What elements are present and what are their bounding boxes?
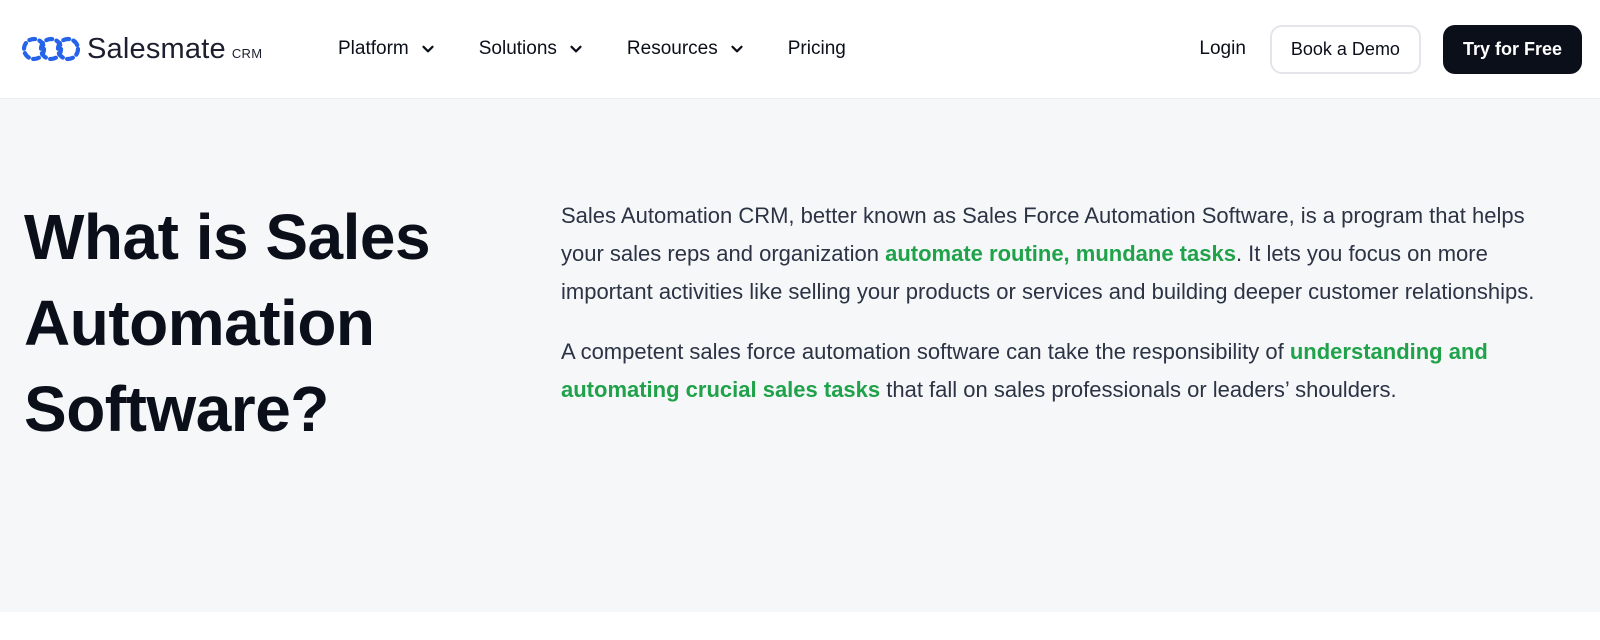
nav-item-resources[interactable]: Resources xyxy=(627,38,744,60)
logo-suffix: CRM xyxy=(231,45,263,61)
paragraph-2-text-after: that fall on sales professionals or lead… xyxy=(880,377,1397,402)
section-heading: What is Sales Automation Software? xyxy=(24,201,431,445)
section-copy: Sales Automation CRM, better known as Sa… xyxy=(561,197,1571,431)
try-for-free-button[interactable]: Try for Free xyxy=(1442,24,1582,74)
paragraph-1: Sales Automation CRM, better known as Sa… xyxy=(561,197,1571,311)
salesmate-logo[interactable]: Salesmate CRM xyxy=(22,29,262,69)
nav-item-label: Pricing xyxy=(787,38,846,59)
salesmate-logo-icon xyxy=(22,36,80,62)
page-bottom-strip xyxy=(0,612,1600,640)
book-demo-button[interactable]: Book a Demo xyxy=(1269,24,1421,74)
nav-item-label: Resources xyxy=(626,38,718,59)
chevron-down-icon xyxy=(570,45,582,53)
login-link[interactable]: Login xyxy=(1199,38,1246,60)
nav-item-label: Platform xyxy=(338,38,409,59)
nav-item-solutions[interactable]: Solutions xyxy=(479,38,583,60)
automate-tasks-link[interactable]: automate routine, mundane tasks xyxy=(885,241,1236,266)
main-nav: Platform Solutions Resources Pricing xyxy=(338,0,890,98)
site-header: Salesmate CRM Platform Solutions Resourc… xyxy=(0,0,1600,98)
chevron-down-icon xyxy=(731,45,743,53)
what-is-section: What is Sales Automation Software? Sales… xyxy=(0,98,1600,612)
nav-item-platform[interactable]: Platform xyxy=(338,38,435,60)
header-actions: Login Book a Demo Try for Free xyxy=(1199,0,1582,98)
nav-item-label: Solutions xyxy=(478,38,557,59)
nav-item-pricing[interactable]: Pricing xyxy=(788,38,846,60)
paragraph-2-text-before: A competent sales force automation softw… xyxy=(561,339,1290,364)
logo-wordmark: Salesmate xyxy=(87,32,226,65)
paragraph-2: A competent sales force automation softw… xyxy=(561,333,1571,409)
chevron-down-icon xyxy=(422,45,434,53)
